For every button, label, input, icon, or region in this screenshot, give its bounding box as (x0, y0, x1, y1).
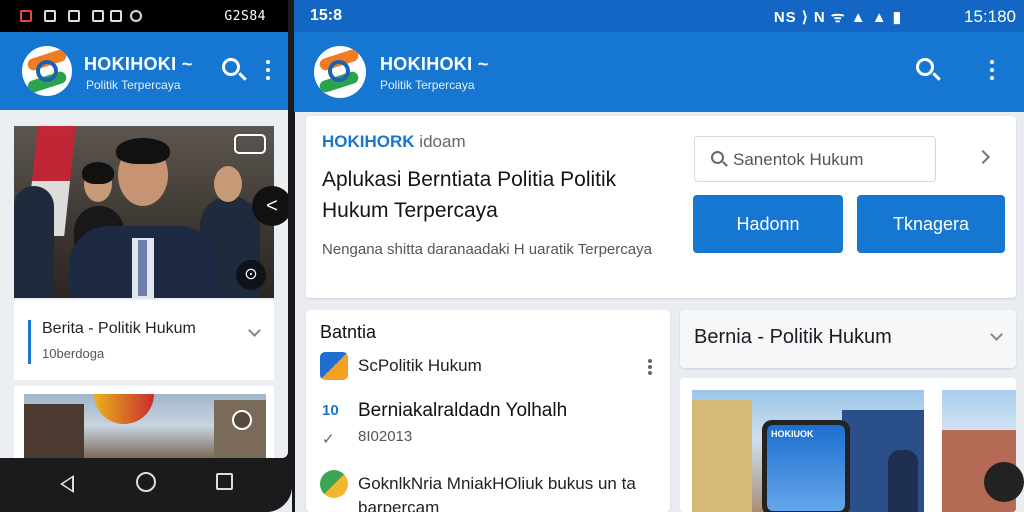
app-tagline: Politik Terpercaya (380, 78, 475, 92)
news-card-subtitle: 10berdoga (42, 346, 105, 361)
notification-icon (92, 10, 104, 22)
phone-screen-label: HOKIUOK (767, 425, 845, 511)
check-icon: ✓ (322, 431, 335, 448)
app-tagline: Politik Terpercaya (86, 78, 181, 92)
swipe-arrow-icon[interactable] (984, 462, 1024, 502)
list-item-icon (320, 470, 348, 498)
home-icon[interactable] (136, 472, 156, 492)
app-logo-icon (314, 46, 366, 98)
news-card[interactable]: Berita - Politik Hukum 10berdoga (14, 300, 274, 380)
notification-icon (44, 10, 56, 22)
news-section-header[interactable]: Bernia - Politik Hukum (680, 310, 1016, 368)
news-image-card[interactable]: HOKIUOK (680, 378, 1016, 512)
tablet-app-bar: HOKIHOKI ~ Politik Terpercaya (294, 32, 1024, 112)
search-box[interactable] (694, 136, 936, 182)
swipe-arrow-icon[interactable]: < (252, 186, 288, 226)
primary-button-right[interactable]: Tknagera (857, 195, 1005, 253)
gallery-badge-icon (234, 134, 266, 154)
phone-status-bar: G2S84 (0, 0, 288, 32)
phone-mockup: HOKIUOK (762, 420, 850, 512)
notification-icon (68, 10, 80, 22)
app-brand: HOKIHOKI ~ (84, 54, 193, 74)
status-clock: G2S84 (224, 9, 266, 24)
hero-headline: Aplukasi Berntiata Politia Politik Hukum… (322, 168, 617, 222)
hero-brand: HOKIHORK idoam (322, 132, 466, 152)
news-photo (24, 394, 266, 458)
umbrella-image (94, 394, 154, 424)
hero-card: HOKIHORK idoam Aplukasi Berntiata Politi… (306, 116, 1016, 298)
list-item-title[interactable]: Berniakalraldadn Yolhalh (358, 400, 567, 422)
tablet-status-bar: 15:8 NS ⟩ N ᯤ ▲ ▲ ▮ 15:180 (294, 0, 1024, 32)
app-logo-icon (22, 46, 72, 96)
news-photo[interactable]: ⊙ (14, 126, 274, 298)
accent-bar (28, 320, 31, 364)
list-item-meta: 8I02013 (358, 428, 413, 445)
search-icon (711, 151, 724, 164)
list-item-title[interactable]: GoknlkNria MniakHOliuk bukus un ta barpe… (358, 472, 658, 512)
hero-brand-bold: HOKIHORK (322, 132, 415, 151)
phone-app-bar: HOKIHOKI ~ Politik Terpercaya (0, 32, 288, 110)
status-time: 15:8 (310, 7, 343, 24)
chevron-down-icon[interactable] (248, 324, 261, 337)
list-item-category[interactable]: ScPolitik Hukum (358, 356, 482, 376)
phone-device: G2S84 HOKIHOKI ~ Politik Terpercaya ⊙ < … (0, 0, 292, 512)
search-input[interactable] (733, 147, 929, 173)
news-card-title: Berita - Politik Hukum (42, 320, 196, 337)
search-icon[interactable] (916, 58, 934, 76)
news-photo: HOKIUOK (692, 390, 924, 512)
primary-button-left[interactable]: Hadonn (693, 195, 843, 253)
category-icon (320, 352, 348, 380)
chevron-down-icon[interactable] (990, 328, 1003, 341)
app-brand: HOKIHOKI ~ (380, 54, 489, 74)
more-options-icon[interactable] (990, 60, 994, 64)
more-options-icon[interactable] (648, 359, 652, 363)
phone-screen: G2S84 HOKIHOKI ~ Politik Terpercaya ⊙ < … (0, 0, 288, 458)
list-title: Batntia (320, 322, 377, 342)
status-clock: 15:180 (964, 7, 1016, 26)
bookmark-icon[interactable]: ⊙ (236, 260, 266, 290)
info-icon[interactable] (232, 410, 252, 430)
status-icons: NS ⟩ N ᯤ ▲ ▲ ▮ (773, 9, 902, 26)
back-icon[interactable] (60, 475, 74, 493)
news-section-title: Bernia - Politik Hukum (694, 326, 892, 348)
recent-apps-icon[interactable] (216, 473, 233, 490)
screenshot-canvas: G2S84 HOKIHOKI ~ Politik Terpercaya ⊙ < … (0, 0, 1024, 512)
news-card-image[interactable] (14, 386, 274, 458)
chevron-right-icon[interactable] (975, 149, 991, 165)
hero-description: Nengana shitta daranaadaki H uaratik Ter… (322, 241, 652, 258)
search-icon[interactable] (222, 58, 240, 76)
more-options-icon[interactable] (266, 60, 270, 64)
notification-icon (20, 10, 32, 22)
news-list-card: Batntia ScPolitik Hukum 10 Berniakalrald… (306, 310, 670, 512)
list-item-marker: 10 (322, 402, 339, 419)
hero-brand-rest: idoam (419, 132, 466, 151)
phone-nav-bar (0, 458, 292, 512)
notification-icon (130, 10, 142, 22)
notification-icon (110, 10, 122, 22)
